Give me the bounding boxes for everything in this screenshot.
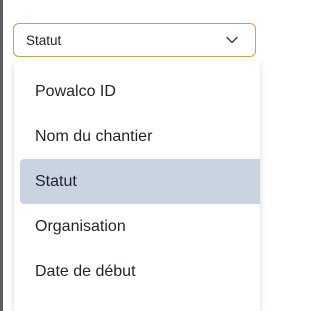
chevron-down-icon[interactable] <box>225 33 239 47</box>
option-date-de-debut[interactable]: Date de début <box>20 249 260 294</box>
option-list: Powalco ID Nom du chantier Statut Organi… <box>14 61 260 294</box>
option-organisation[interactable]: Organisation <box>20 204 260 249</box>
option-powalco-id[interactable]: Powalco ID <box>20 69 260 114</box>
column-select[interactable]: Statut <box>13 23 256 57</box>
select-value: Statut <box>26 32 62 48</box>
dropdown-menu: Powalco ID Nom du chantier Statut Organi… <box>14 61 260 311</box>
option-statut[interactable]: Statut <box>20 159 260 204</box>
window-edge <box>0 0 3 311</box>
dropdown-screenshot: Statut Powalco ID Nom du chantier Statut… <box>0 0 260 311</box>
option-nom-du-chantier[interactable]: Nom du chantier <box>20 114 260 159</box>
